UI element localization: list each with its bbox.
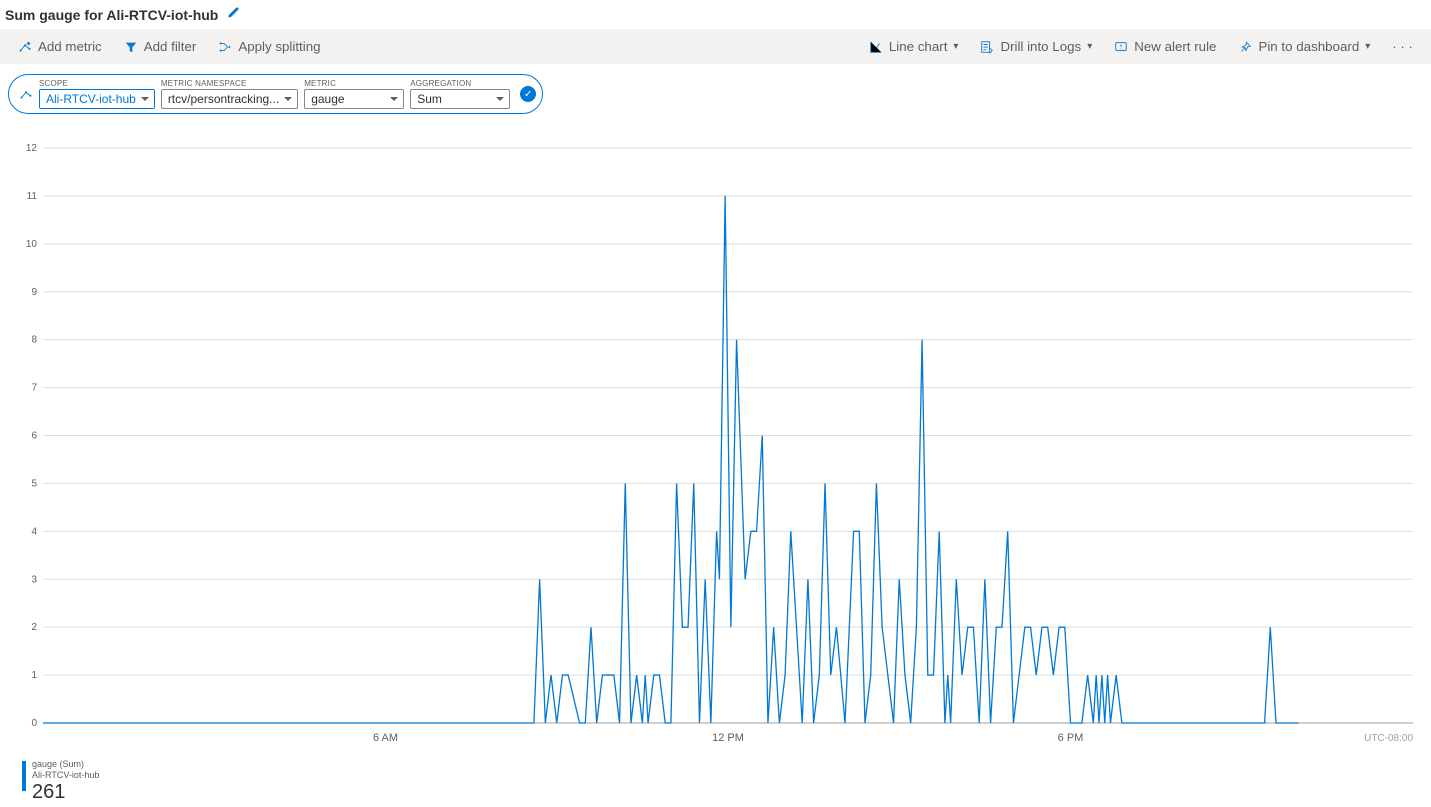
drill-logs-label: Drill into Logs bbox=[1000, 39, 1081, 54]
svg-text:9: 9 bbox=[31, 287, 37, 298]
new-alert-rule-label: New alert rule bbox=[1134, 39, 1216, 54]
svg-text:12: 12 bbox=[26, 143, 38, 154]
add-metric-button[interactable]: Add metric bbox=[8, 35, 112, 58]
svg-text:1: 1 bbox=[31, 670, 37, 681]
svg-text:10: 10 bbox=[26, 239, 38, 250]
namespace-select[interactable]: rtcv/persontracking... bbox=[161, 89, 298, 109]
add-metric-label: Add metric bbox=[38, 39, 102, 54]
edit-title-icon[interactable] bbox=[226, 6, 240, 23]
toolbar: Add metric Add filter Apply splitting Li… bbox=[0, 29, 1431, 64]
legend-resource: Ali-RTCV-iot-hub bbox=[32, 770, 99, 781]
svg-text:6 PM: 6 PM bbox=[1058, 732, 1084, 744]
filter-icon bbox=[124, 40, 138, 54]
svg-text:4: 4 bbox=[31, 526, 37, 537]
confirm-metric-icon[interactable]: ✓ bbox=[520, 86, 536, 102]
svg-text:8: 8 bbox=[31, 335, 37, 346]
pin-icon bbox=[1238, 40, 1252, 54]
svg-text:0: 0 bbox=[31, 718, 37, 729]
legend-value: 261 bbox=[32, 781, 99, 803]
svg-text:7: 7 bbox=[31, 383, 37, 394]
svg-text:2: 2 bbox=[31, 622, 37, 633]
alert-icon bbox=[1114, 40, 1128, 54]
chart-type-button[interactable]: Line chart ▾ bbox=[859, 35, 969, 58]
svg-text:6 AM: 6 AM bbox=[373, 732, 398, 744]
chevron-down-icon: ▾ bbox=[1365, 41, 1370, 52]
svg-text:11: 11 bbox=[27, 191, 38, 202]
pin-dashboard-label: Pin to dashboard bbox=[1258, 39, 1359, 54]
pin-dashboard-button[interactable]: Pin to dashboard ▾ bbox=[1228, 35, 1380, 58]
metric-pill: SCOPE Ali-RTCV-iot-hub METRIC NAMESPACE … bbox=[8, 74, 543, 114]
metrics-chart[interactable]: 01234567891011126 AM12 PM6 PMUTC-08:00 bbox=[8, 138, 1423, 753]
chevron-down-icon: ▾ bbox=[1087, 41, 1092, 52]
legend-series: gauge (Sum) bbox=[32, 759, 99, 770]
svg-text:3: 3 bbox=[31, 574, 37, 585]
namespace-label: METRIC NAMESPACE bbox=[161, 79, 298, 88]
more-icon: · · · bbox=[1392, 39, 1413, 54]
page-title: Sum gauge for Ali-RTCV-iot-hub bbox=[5, 7, 218, 23]
scope-select[interactable]: Ali-RTCV-iot-hub bbox=[39, 89, 155, 109]
new-alert-rule-button[interactable]: New alert rule bbox=[1104, 35, 1226, 58]
svg-text:6: 6 bbox=[31, 431, 37, 442]
aggregation-select[interactable]: Sum bbox=[410, 89, 510, 109]
svg-text:12 PM: 12 PM bbox=[712, 732, 744, 744]
chart-legend: gauge (Sum) Ali-RTCV-iot-hub 261 bbox=[0, 759, 1431, 807]
line-chart-icon bbox=[869, 40, 883, 54]
svg-text:UTC-08:00: UTC-08:00 bbox=[1364, 733, 1413, 744]
add-metric-icon bbox=[18, 40, 32, 54]
legend-color-swatch bbox=[22, 761, 26, 791]
splitting-icon bbox=[218, 40, 232, 54]
chart-type-label: Line chart bbox=[889, 39, 948, 54]
logs-icon bbox=[980, 40, 994, 54]
svg-text:5: 5 bbox=[31, 478, 37, 489]
more-button[interactable]: · · · bbox=[1382, 35, 1423, 58]
drill-logs-button[interactable]: Drill into Logs ▾ bbox=[970, 35, 1102, 58]
apply-splitting-button[interactable]: Apply splitting bbox=[208, 35, 330, 58]
add-filter-button[interactable]: Add filter bbox=[114, 35, 207, 58]
metric-icon bbox=[19, 87, 33, 101]
apply-splitting-label: Apply splitting bbox=[238, 39, 320, 54]
metric-select[interactable]: gauge bbox=[304, 89, 404, 109]
add-filter-label: Add filter bbox=[144, 39, 197, 54]
scope-label: SCOPE bbox=[39, 79, 155, 88]
metric-label: METRIC bbox=[304, 79, 404, 88]
chevron-down-icon: ▾ bbox=[953, 41, 958, 52]
aggregation-label: AGGREGATION bbox=[410, 79, 510, 88]
